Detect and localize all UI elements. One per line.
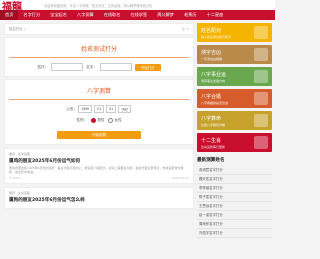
article-title[interactable]: 属狗的朋友2025年6月份运气怎么样 (9, 197, 189, 203)
top-note: 欢迎来到福龙网，专注八字命理、姓名测试、生肖运程、周公解梦等传统文化 (44, 3, 153, 8)
day-select[interactable]: 01 (106, 105, 117, 113)
nav-item-bazi[interactable]: 八字测算 (72, 10, 99, 20)
top-bar: 福龍 欢迎来到福龙网，专注八字命理、姓名测试、生肖运程、周公解梦等传统文化 (0, 0, 275, 13)
list-item[interactable]: 陈子墨名字打分 (197, 193, 272, 202)
main-column: 姓名打分 › ◎ ☆ 姓名测试打分 姓氏： 名字： 开始打分 八字测算 公历： … (4, 23, 194, 209)
article-card[interactable]: 要闻 · 生肖运程 属狗的朋友2025年6月份运气怎么样 (4, 187, 194, 209)
breadcrumb: 姓名打分 › ◎ ☆ (4, 23, 194, 35)
nav-item-zodiac[interactable]: 十二星座 (202, 10, 229, 20)
side-card-name-match[interactable]: 姓名配对 输入姓名测试缘分配对 (197, 23, 272, 42)
gender-female-label[interactable]: 女性 (114, 118, 121, 123)
bazi-title: 八字测算 (86, 88, 111, 95)
side-list-heading: 最新测算姓名 (197, 158, 225, 163)
gender-male-label[interactable]: 男性 (97, 118, 104, 123)
card-illustration-icon (254, 136, 268, 149)
name-test-form: 姓氏： 名字： 开始打分 (5, 58, 193, 76)
list-item[interactable]: 魏天佑名字打分 (197, 175, 272, 184)
article-footer: © 2345 2025-06-01 (9, 176, 189, 180)
name-test-panel: 姓名测试打分 姓氏： 名字： 开始打分 (4, 37, 194, 77)
nav-item-lottery[interactable]: 在线求签 (125, 10, 152, 20)
gender-row: 性别： 男性 女性 (5, 118, 193, 128)
nav-item-almanac[interactable]: 老黄历 (179, 10, 202, 20)
card-illustration-icon (254, 70, 268, 83)
article-desc: 属鸡的朋友在2025年6月份的运势：事业方面平稳向上，财运有小幅起伏，感情上需要… (9, 166, 184, 174)
gender-label: 性别： (76, 118, 88, 122)
year-select[interactable]: 1990 (78, 105, 93, 113)
list-item[interactable]: 赵一诺名字打分 (197, 211, 272, 220)
side-card-marriage[interactable]: 八字合婚 八字看姻缘是否合适 (197, 89, 272, 108)
side-card-fortune[interactable]: 八字算命 生辰八字精批详解 (197, 111, 272, 130)
given-name-label: 名字： (86, 64, 97, 69)
card-illustration-icon (254, 92, 268, 105)
birth-row: 公历： 1990 01 01 子时 (5, 100, 193, 118)
start-score-button[interactable]: 开始打分 (135, 63, 161, 71)
nav-item-dream[interactable]: 周公解梦 (152, 10, 179, 20)
given-name-input[interactable] (100, 63, 132, 71)
article-card[interactable]: 要闻 · 生肖运程 属鸡的朋友2025年6月份运气如何 属鸡的朋友在2025年6… (4, 148, 194, 184)
list-item[interactable]: 王思远名字打分 (197, 202, 272, 211)
side-card-character[interactable]: 测字吉凶 一字测吉凶祸福 (197, 45, 272, 64)
bazi-panel: 八字测算 公历： 1990 01 01 子时 性别： 男性 女性 开始测算 (4, 79, 194, 145)
birth-label: 公历： (66, 106, 78, 111)
breadcrumb-text[interactable]: 姓名打分 › (9, 24, 25, 34)
card-illustration-icon (254, 26, 268, 39)
article-views: © 2345 (9, 176, 21, 180)
gender-female-radio[interactable] (108, 118, 114, 123)
side-card-zodiac[interactable]: 十二生肖 生肖运势每日更新 (197, 133, 272, 152)
breadcrumb-icons: ◎ ☆ (181, 27, 189, 31)
list-item[interactable]: 李梓涵名字打分 (197, 184, 272, 193)
article-title[interactable]: 属鸡的朋友2025年6月份运气如何 (9, 158, 189, 164)
list-item[interactable]: 刘浩宇名字打分 (197, 229, 272, 238)
surname-label: 姓氏： (37, 64, 49, 69)
main-nav: 首页 名字打分 宝宝起名 八字测算 在线取名 在线求签 周公解梦 老黄历 十二星… (0, 10, 275, 20)
card-illustration-icon (254, 114, 268, 127)
hour-select[interactable]: 子时 (118, 105, 131, 113)
nav-item-name-score[interactable]: 名字打分 (18, 10, 45, 20)
list-item[interactable]: 张玥萱名字打分 (197, 166, 272, 175)
side-list: 张玥萱名字打分 魏天佑名字打分 李梓涵名字打分 陈子墨名字打分 王思远名字打分 … (197, 166, 272, 238)
side-card-career[interactable]: 八字事业运 测算事业发展方向 (197, 67, 272, 86)
article-date: 2025-06-01 (171, 176, 189, 180)
article-meta: 要闻 · 生肖运程 (9, 152, 30, 156)
month-select[interactable]: 01 (94, 105, 105, 113)
gender-male-radio[interactable] (91, 118, 97, 123)
start-bazi-button[interactable]: 开始测算 (57, 131, 141, 139)
article-meta: 要闻 · 生肖运程 (9, 191, 30, 195)
card-illustration-icon (254, 48, 268, 61)
nav-item-online-name[interactable]: 在线取名 (99, 10, 126, 20)
name-test-title: 姓名测试打分 (80, 46, 117, 53)
sidebar: 姓名配对 输入姓名测试缘分配对 测字吉凶 一字测吉凶祸福 八字事业运 测算事业发… (197, 23, 272, 238)
nav-item-home[interactable]: 首页 (0, 10, 19, 20)
surname-input[interactable] (51, 63, 84, 71)
nav-item-baby-name[interactable]: 宝宝起名 (45, 10, 72, 20)
list-item[interactable]: 周雨彤名字打分 (197, 220, 272, 229)
